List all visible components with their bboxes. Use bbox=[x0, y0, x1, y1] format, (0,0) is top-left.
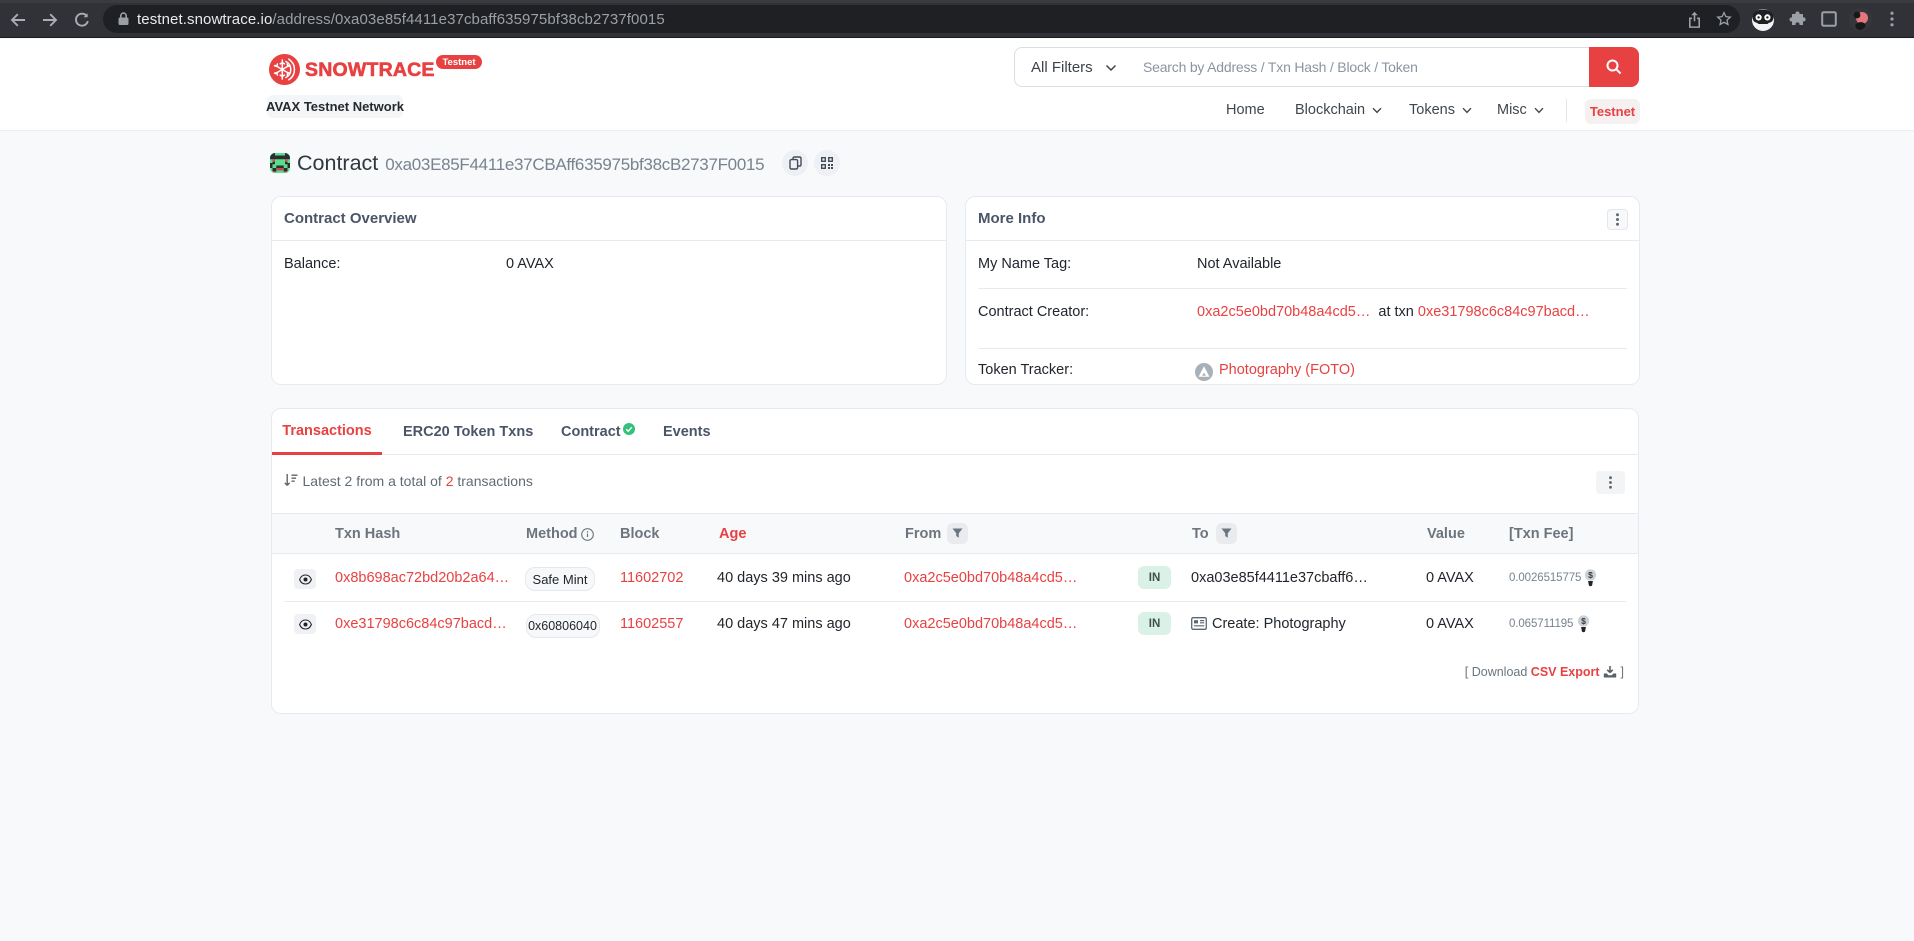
svg-text:$: $ bbox=[1581, 616, 1586, 626]
svg-text:$: $ bbox=[1588, 570, 1593, 580]
